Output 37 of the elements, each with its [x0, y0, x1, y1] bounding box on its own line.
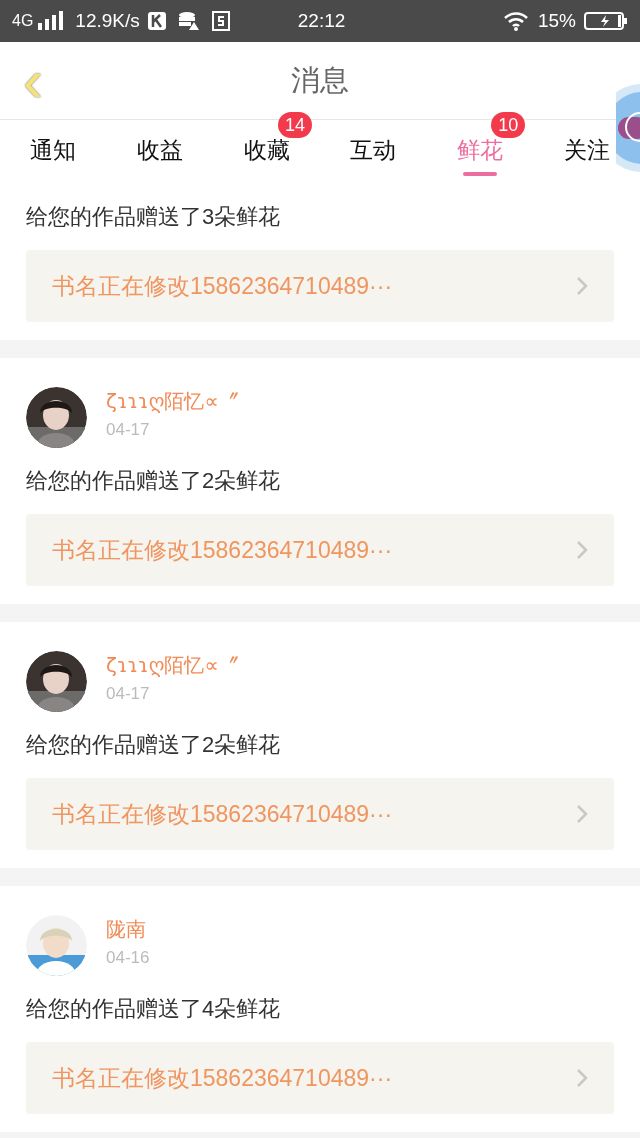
message-date: 04-17	[106, 683, 151, 705]
app-notification-icon	[147, 12, 166, 30]
tab[interactable]: 关注	[556, 120, 617, 180]
message-text: 给您的作品赠送了4朵鲜花	[26, 995, 282, 1023]
message-text: 给您的作品赠送了2朵鲜花	[26, 467, 282, 495]
database-warning-icon	[177, 11, 200, 31]
chevron-right-icon	[576, 276, 588, 296]
chevron-right-icon	[576, 540, 588, 560]
unread-count-badge: 14	[278, 112, 312, 138]
battery-percent: 15%	[537, 8, 576, 33]
message-date: 04-16	[106, 947, 150, 969]
page-title: 消息	[291, 62, 349, 98]
user-name[interactable]: ζɿɿɿღ陌忆∝〞	[106, 387, 239, 415]
selected-tab-underline	[463, 172, 497, 176]
back-button[interactable]: ‹	[16, 58, 50, 104]
screenshot-notification-icon	[211, 11, 230, 31]
tab[interactable]: 通知	[23, 120, 84, 180]
wifi-icon	[503, 11, 530, 31]
user-name[interactable]: ζɿɿɿღ陌忆∝〞	[106, 651, 239, 679]
network-label: 4G	[12, 11, 34, 31]
message-text: 给您的作品赠送了3朵鲜花	[26, 203, 282, 231]
status-time: 22:12	[297, 8, 346, 33]
book-link[interactable]: 书名正在修改15862364710489···	[26, 778, 614, 850]
tab[interactable]: 互动	[343, 120, 404, 180]
user-name[interactable]: 陇南	[106, 915, 150, 943]
book-link[interactable]: 书名正在修改15862364710489···	[26, 514, 614, 586]
book-link[interactable]: 书名正在修改15862364710489···	[26, 1042, 614, 1114]
signal-icon	[37, 11, 64, 31]
message-text: 给您的作品赠送了2朵鲜花	[26, 731, 282, 759]
battery-charging-icon	[584, 11, 628, 31]
tab[interactable]: 收益	[130, 120, 190, 180]
book-link[interactable]: 书名正在修改15862364710489···	[26, 250, 614, 322]
chevron-right-icon	[576, 1068, 588, 1088]
chevron-right-icon	[576, 804, 588, 824]
network-speed: 12.9K/s	[75, 8, 140, 33]
message-date: 04-17	[106, 419, 151, 441]
unread-count-badge: 10	[491, 112, 526, 138]
